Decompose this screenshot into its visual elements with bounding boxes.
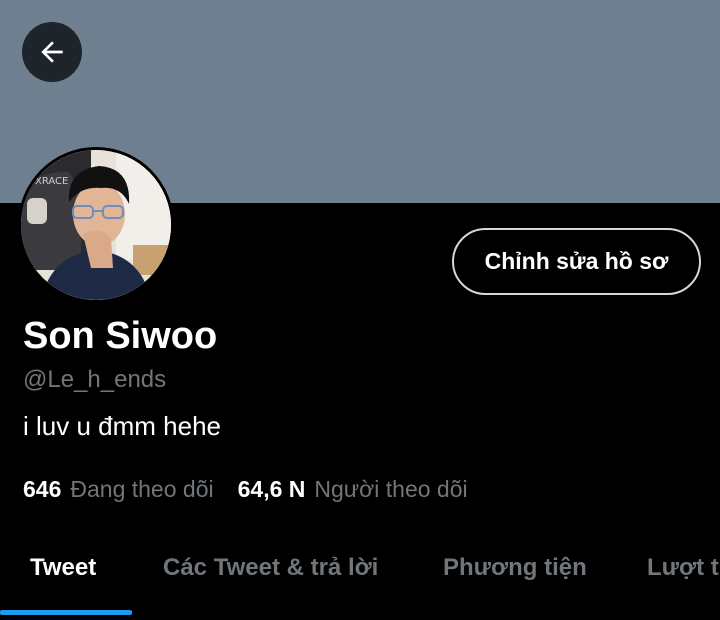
following-label: Đang theo dõi <box>70 476 214 502</box>
followers-count: 64,6 N <box>237 476 306 502</box>
following-link[interactable]: 646 Đang theo dõi <box>23 476 214 503</box>
follow-stats: 646 Đang theo dõi 64,6 N Người theo dõi <box>23 476 468 503</box>
display-name: Son Siwoo <box>23 315 218 357</box>
avatar-photo: XRACE <box>21 150 171 300</box>
edit-profile-button[interactable]: Chỉnh sửa hồ sơ <box>452 228 701 295</box>
following-count: 646 <box>23 476 62 502</box>
profile-tabs: Tweet Các Tweet & trả lời Phương tiện Lư… <box>0 530 720 620</box>
user-handle: @Le_h_ends <box>23 366 167 393</box>
followers-label: Người theo dõi <box>314 476 468 502</box>
tab-likes[interactable]: Lượt thích <box>647 554 720 582</box>
profile-avatar[interactable]: XRACE <box>18 147 174 303</box>
back-button[interactable] <box>22 22 82 82</box>
profile-bio: i luv u đmm hehe <box>23 411 221 441</box>
svg-text:XRACE: XRACE <box>35 176 68 187</box>
arrow-left-icon <box>41 41 63 63</box>
active-tab-indicator <box>0 610 132 615</box>
profile-page: XRACE Chỉnh sửa hồ sơ Son Siwoo @Le_h_en… <box>0 0 720 620</box>
tab-media[interactable]: Phương tiện <box>443 554 587 582</box>
tab-tweets[interactable]: Tweet <box>30 554 96 582</box>
tab-tweets-replies[interactable]: Các Tweet & trả lời <box>163 554 378 582</box>
followers-link[interactable]: 64,6 N Người theo dõi <box>238 476 468 503</box>
